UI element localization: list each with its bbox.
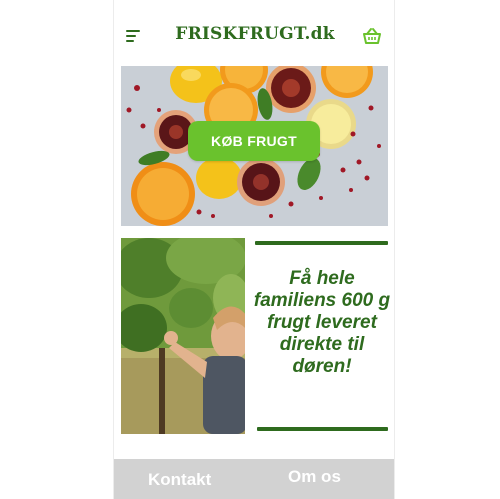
site-logo[interactable]: FRISKFRUGT.dk [174, 24, 336, 44]
site-header: FRISKFRUGT.dk [114, 0, 394, 66]
phone-frame: FRISKFRUGT.dk KØB FRUGT Få hele familien… [114, 0, 394, 499]
basket-icon[interactable] [362, 27, 382, 45]
divider-bottom [257, 427, 388, 431]
footer-link-about[interactable]: Om os [288, 467, 341, 487]
hero-banner: KØB FRUGT [121, 66, 388, 226]
vineyard-photo [121, 238, 245, 434]
buy-fruit-button[interactable]: KØB FRUGT [188, 121, 320, 161]
footer-link-contact[interactable]: Kontakt [148, 470, 211, 490]
divider-top [255, 241, 388, 245]
footer-nav: Kontakt Om os [114, 459, 394, 499]
menu-icon[interactable] [126, 30, 140, 42]
promo-headline: Få hele familiens 600 g frugt leveret di… [253, 268, 391, 377]
